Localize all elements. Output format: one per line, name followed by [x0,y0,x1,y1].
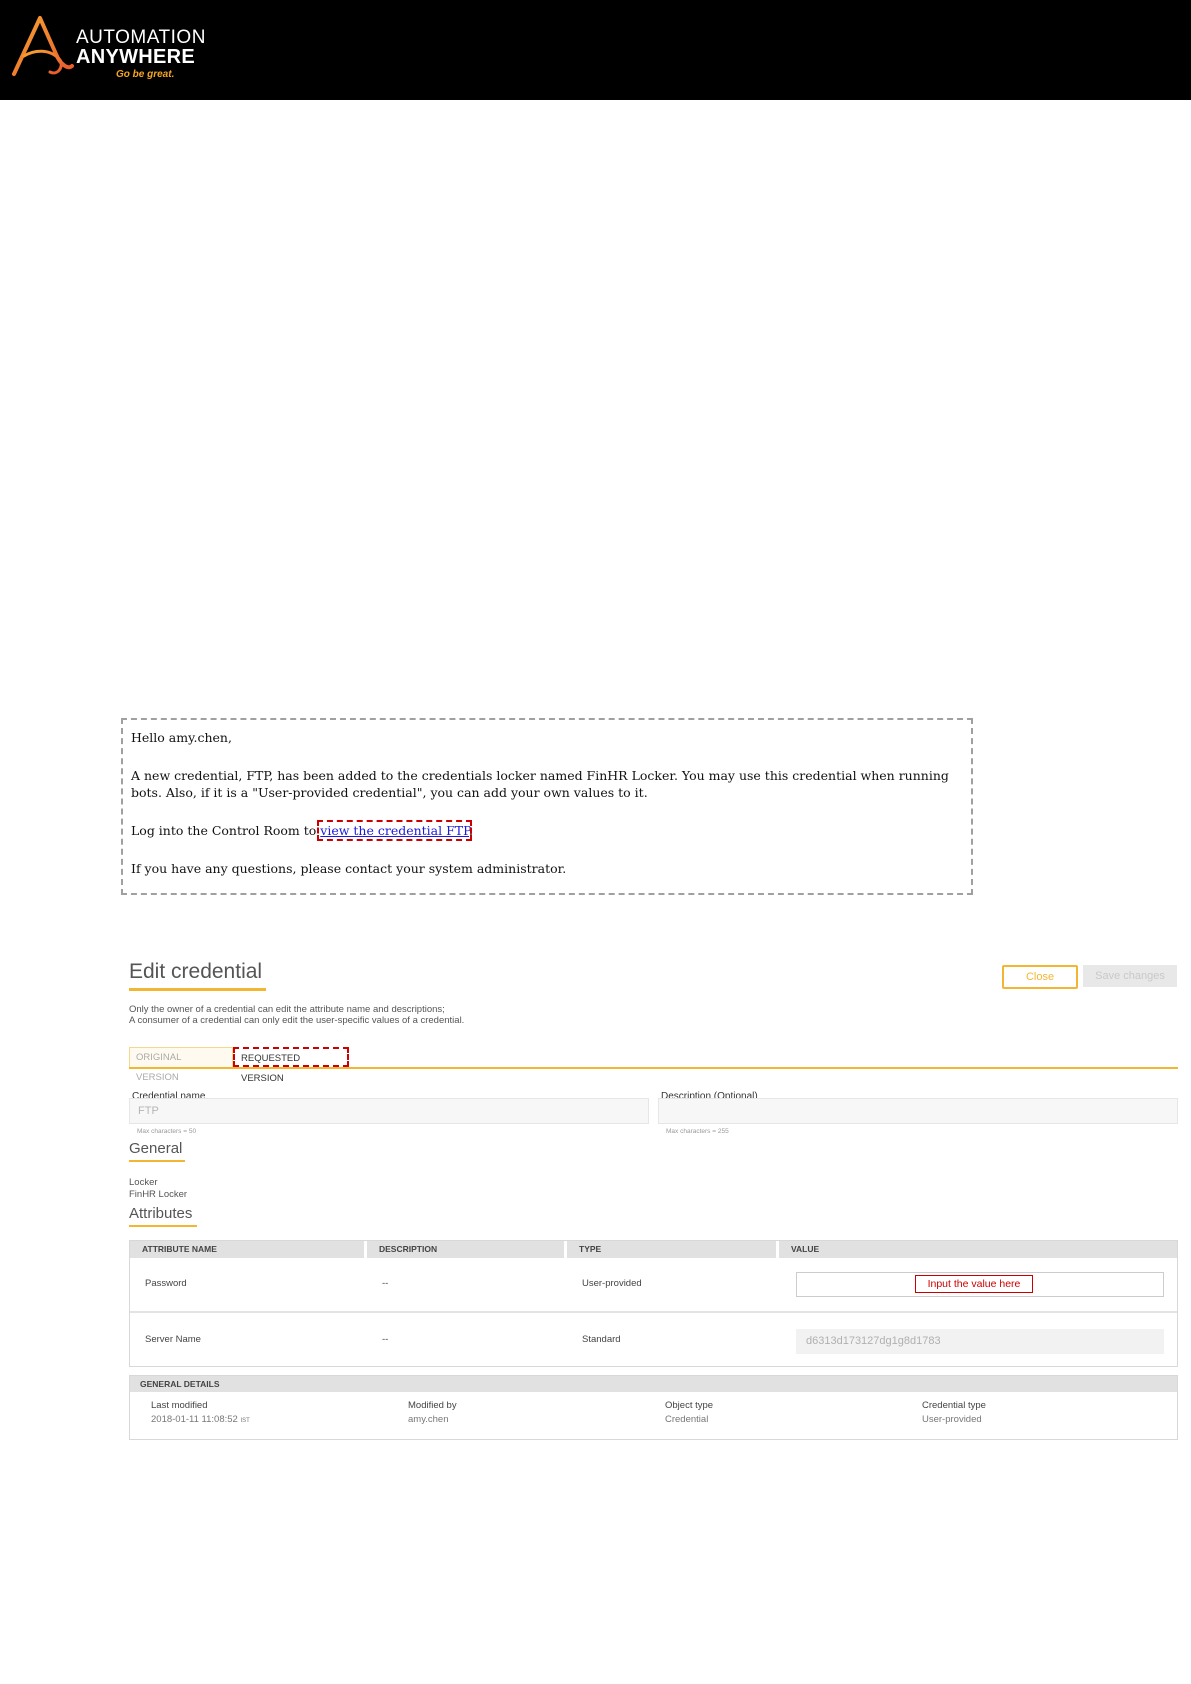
table-header: ATTRIBUTE NAME DESCRIPTION TYPE VALUE [130,1241,1177,1258]
locker-value: FinHR Locker [129,1189,188,1200]
col-attribute-name: ATTRIBUTE NAME [130,1241,367,1258]
credential-name-hint: Max characters = 50 [137,1128,197,1135]
email-login-suffix: . [469,823,473,838]
row-server-name-type: Standard [582,1334,621,1345]
object-type-label: Object type [665,1400,714,1411]
input-value-annotation: Input the value here [915,1275,1033,1293]
col-type: TYPE [567,1241,779,1258]
email-notification: Hello amy.chen, A new credential, FTP, h… [121,718,973,895]
row-password-description: -- [382,1278,389,1289]
description-field[interactable] [658,1098,1178,1124]
permission-note: Only the owner of a credential can edit … [129,1004,464,1026]
last-modified-date: 2018-01-11 11:08:52 [151,1414,238,1425]
general-heading-underline [129,1160,185,1162]
object-type-value: Credential [665,1414,709,1425]
attributes-heading: Attributes [129,1205,193,1222]
row-password-type: User-provided [582,1278,642,1289]
row-divider [130,1311,1177,1313]
email-closing: If you have any questions, please contac… [131,861,567,876]
tab-requested-version[interactable]: REQUESTED VERSION [233,1047,349,1084]
attributes-heading-underline [129,1225,197,1227]
col-description: DESCRIPTION [367,1241,567,1258]
title-underline [129,988,266,991]
row-server-name-description: -- [382,1334,389,1345]
attributes-table: ATTRIBUTE NAME DESCRIPTION TYPE VALUE Pa… [129,1240,1178,1367]
credential-type-value: User-provided [922,1414,982,1425]
last-modified-value: 2018-01-11 11:08:52 IST [151,1414,250,1425]
close-button[interactable]: Close [1002,965,1078,989]
tab-original-version[interactable]: ORIGINAL VERSION [129,1047,233,1083]
general-details-panel: GENERAL DETAILS Last modified 2018-01-11… [129,1375,1178,1440]
permission-note-line-2: A consumer of a credential can only edit… [129,1015,465,1026]
email-greeting: Hello amy.chen, [131,730,232,745]
credential-type-label: Credential type [922,1400,986,1411]
email-login-prefix: Log into the Control Room to [131,823,321,838]
row-server-name-name: Server Name [145,1334,201,1345]
col-value: VALUE [791,1244,820,1254]
email-body: A new credential, FTP, has been added to… [131,768,949,800]
save-changes-button[interactable]: Save changes [1083,965,1177,987]
general-heading: General [129,1140,183,1157]
description-hint: Max characters = 255 [666,1128,729,1135]
page-title: Edit credential [129,960,263,983]
locker-label: Locker [129,1177,158,1188]
version-tabs: ORIGINAL VERSION REQUESTED VERSION [129,1045,1178,1084]
modified-by-label: Modified by [408,1400,457,1411]
modified-by-value: amy.chen [408,1414,449,1425]
timezone-label: IST [240,1418,250,1424]
brand-header: AUTOMATION ANYWHERE Go be great. [0,0,1191,100]
logo-tagline: Go be great. [116,69,175,80]
view-credential-link[interactable]: view the credential FTP [317,820,472,841]
logo-line-2: ANYWHERE [76,46,196,68]
email-login-line: Log into the Control Room to view the cr… [131,820,473,841]
logo-a-mark-icon [12,16,74,76]
general-details-heading: GENERAL DETAILS [130,1376,1177,1392]
row-password-name: Password [145,1278,187,1289]
automation-anywhere-logo: AUTOMATION ANYWHERE Go be great. [10,14,210,80]
last-modified-label: Last modified [151,1400,208,1411]
credential-name-field[interactable]: FTP [129,1098,649,1124]
server-name-value-field: d6313d173127dg1g8d1783 [796,1329,1164,1354]
password-value-input[interactable]: Input the value here [796,1272,1164,1297]
permission-note-line-1: Only the owner of a credential can edit … [129,1004,445,1015]
